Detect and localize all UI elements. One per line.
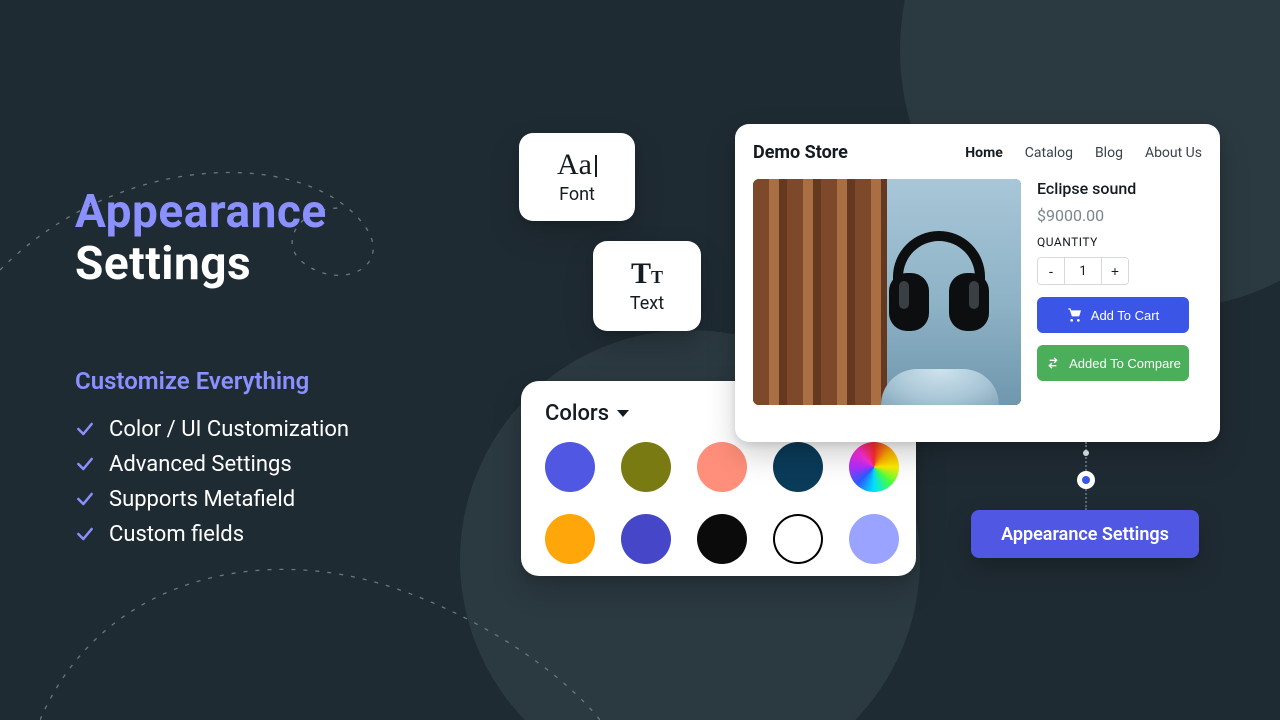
color-swatch[interactable] — [849, 514, 899, 564]
added-to-compare-button[interactable]: Added To Compare — [1037, 345, 1189, 381]
headphones-icon — [883, 225, 995, 333]
add-to-cart-button[interactable]: Add To Cart — [1037, 297, 1189, 333]
chevron-down-icon — [617, 410, 629, 417]
color-swatch[interactable] — [849, 442, 899, 492]
check-icon — [75, 524, 95, 544]
nav-link[interactable]: About Us — [1145, 145, 1202, 161]
compare-arrows-icon — [1045, 355, 1061, 371]
check-icon — [75, 454, 95, 474]
feature-item: Custom fields — [75, 522, 495, 547]
heading-main: Settings — [75, 240, 495, 288]
font-size-icon: Aa — [557, 150, 597, 180]
add-to-cart-label: Add To Cart — [1091, 308, 1159, 323]
subheading: Customize Everything — [75, 367, 495, 395]
connector-node — [1083, 450, 1089, 456]
connector-node — [1077, 471, 1095, 489]
color-swatch[interactable] — [697, 514, 747, 564]
feature-text: Custom fields — [109, 522, 244, 547]
quantity-stepper: - 1 + — [1037, 257, 1129, 285]
color-swatch[interactable] — [773, 442, 823, 492]
text-style-card[interactable]: TT Text — [593, 241, 701, 331]
nav-link[interactable]: Home — [965, 145, 1002, 161]
store-preview: Demo Store Home Catalog Blog About Us Eclip… — [735, 124, 1220, 442]
feature-item: Supports Metafield — [75, 487, 495, 512]
color-swatch[interactable] — [621, 442, 671, 492]
appearance-settings-label: Appearance Settings — [1001, 524, 1169, 545]
product-name: Eclipse sound — [1037, 179, 1202, 198]
appearance-settings-button[interactable]: Appearance Settings — [971, 510, 1199, 558]
product-image — [753, 179, 1021, 405]
feature-text: Advanced Settings — [109, 452, 292, 477]
qty-value: 1 — [1064, 258, 1102, 284]
colors-title: Colors — [545, 401, 609, 426]
color-swatch[interactable] — [545, 442, 595, 492]
text-card-label: Text — [630, 293, 664, 314]
text-size-icon: TT — [631, 259, 663, 289]
store-nav: Home Catalog Blog About Us — [965, 145, 1202, 161]
font-style-card[interactable]: Aa Font — [519, 133, 635, 221]
font-card-label: Font — [559, 184, 595, 205]
color-swatch[interactable] — [621, 514, 671, 564]
quantity-label: QUANTITY — [1037, 235, 1202, 249]
feature-item: Advanced Settings — [75, 452, 495, 477]
color-swatch[interactable] — [773, 514, 823, 564]
promo-stage: Appearance Settings Customize Everything… — [0, 0, 1280, 720]
check-icon — [75, 419, 95, 439]
nav-link[interactable]: Catalog — [1025, 145, 1073, 161]
feature-text: Color / UI Customization — [109, 417, 349, 442]
product-price: $9000.00 — [1037, 206, 1202, 225]
feature-text: Supports Metafield — [109, 487, 295, 512]
color-swatch-grid — [545, 442, 892, 564]
heading-accent: Appearance — [75, 188, 495, 236]
cart-icon — [1067, 307, 1083, 323]
nav-link[interactable]: Blog — [1095, 145, 1123, 161]
color-swatch[interactable] — [545, 514, 595, 564]
qty-increase-button[interactable]: + — [1102, 258, 1128, 284]
check-icon — [75, 489, 95, 509]
color-swatch[interactable] — [697, 442, 747, 492]
qty-decrease-button[interactable]: - — [1038, 258, 1064, 284]
feature-list: Color / UI Customization Advanced Setting… — [75, 417, 495, 547]
feature-item: Color / UI Customization — [75, 417, 495, 442]
store-title: Demo Store — [753, 142, 848, 163]
added-to-compare-label: Added To Compare — [1069, 356, 1181, 371]
headline-block: Appearance Settings Customize Everything… — [75, 188, 495, 557]
